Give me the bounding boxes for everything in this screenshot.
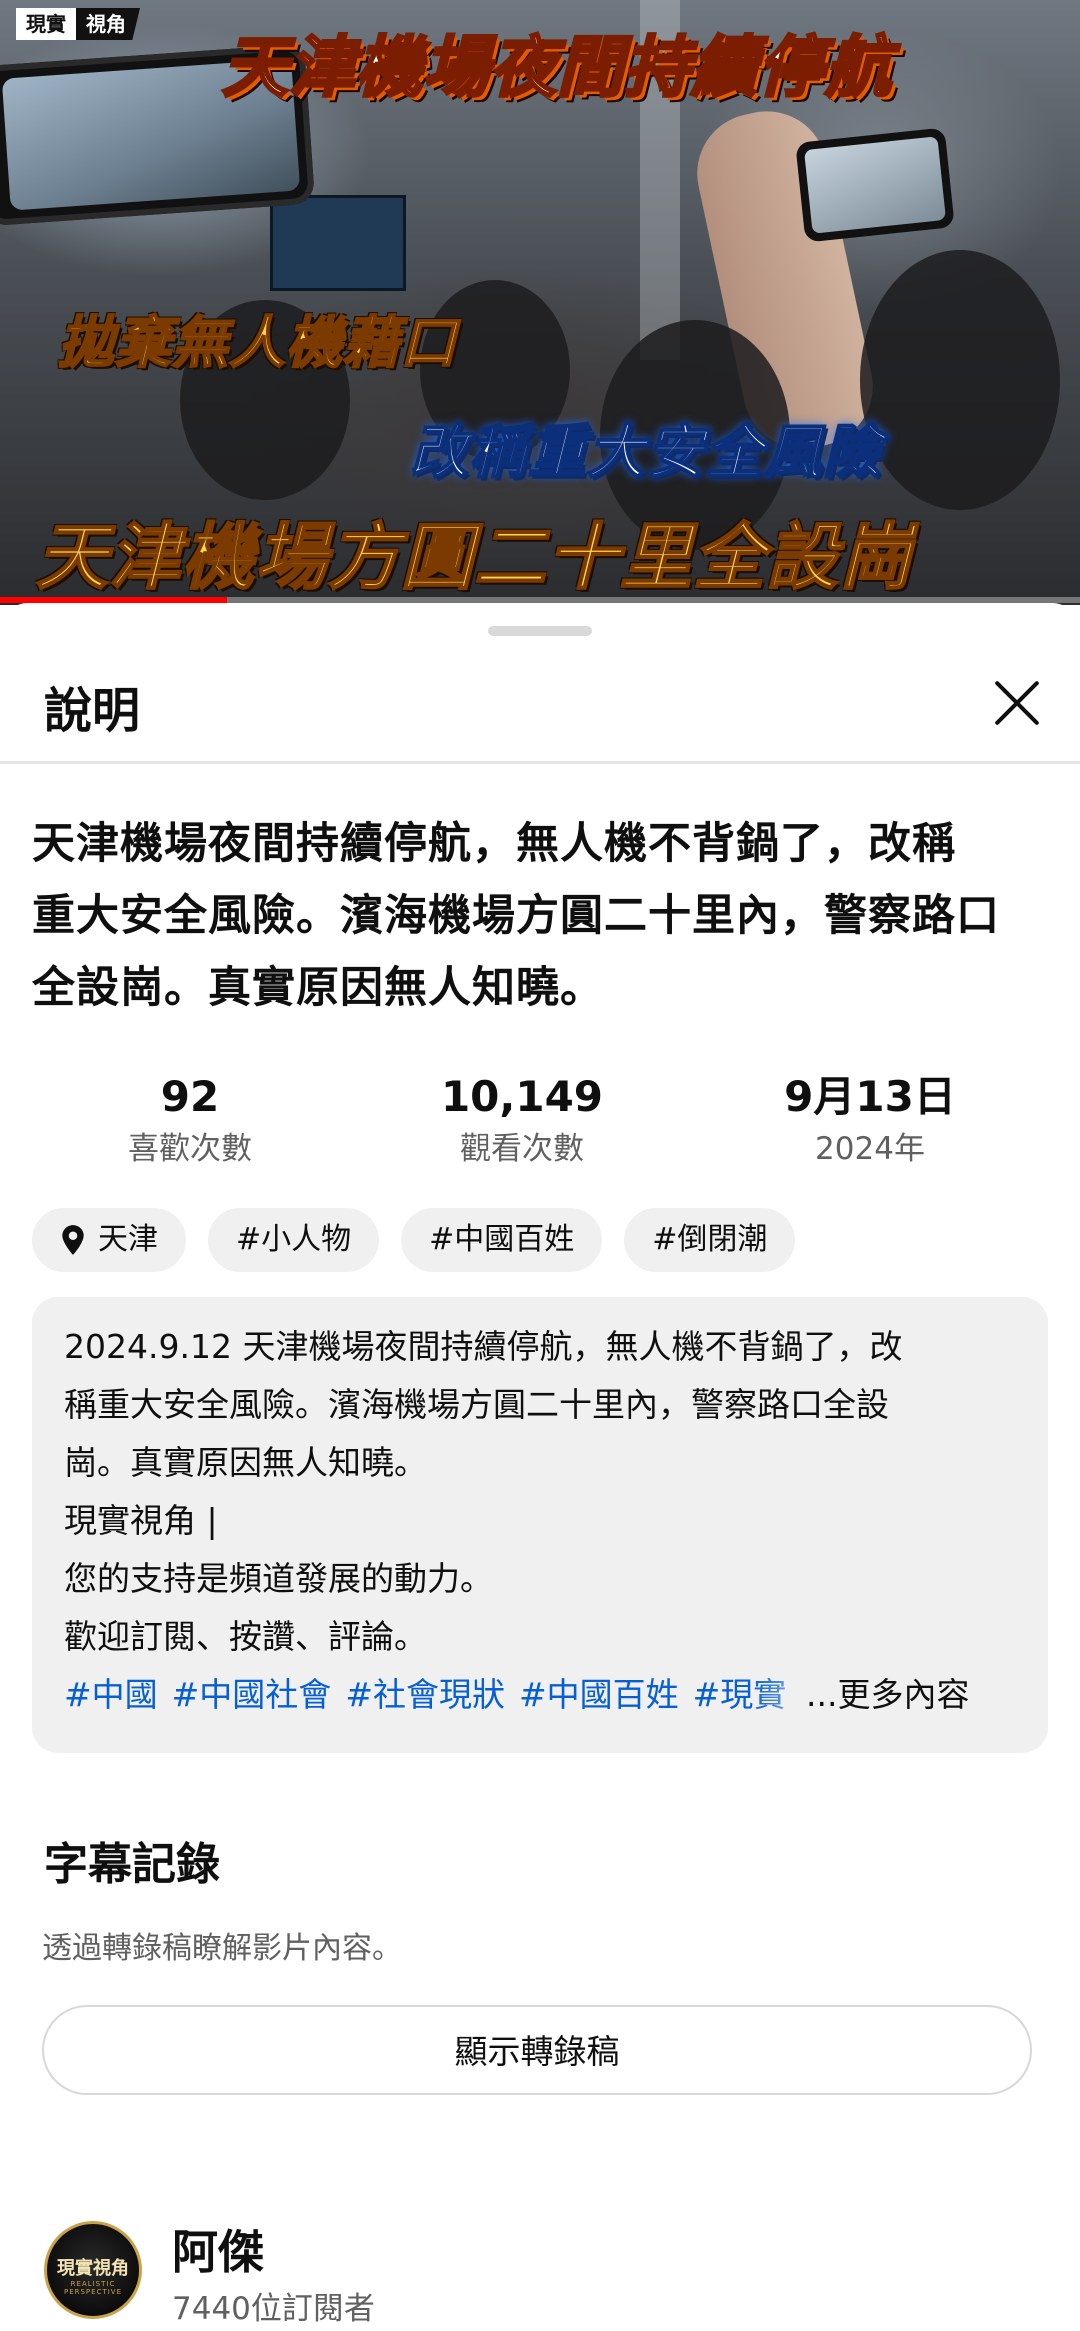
transcript-section-title: 字幕記錄 — [44, 1839, 220, 1890]
subscriber-count: 7440位訂閱者 — [172, 2291, 375, 2327]
chip-tag[interactable]: #中國百姓 — [401, 1208, 603, 1272]
caption-blue: 改稱重大安全風險 — [409, 417, 883, 487]
sheet-drag-handle[interactable] — [488, 626, 592, 636]
description-line: 歡迎訂閱、按讚、評論。 — [64, 1617, 427, 1656]
video-stats: 92 喜歡次數 10,149 觀看次數 9月13日 2024年 — [0, 1068, 1080, 1188]
transcript-section-subtitle: 透過轉錄稿瞭解影片內容。 — [42, 1931, 402, 1966]
hashtag-link[interactable]: #中國百姓 — [519, 1675, 679, 1714]
stat-views: 10,149 觀看次數 — [342, 1068, 702, 1172]
stat-label: 觀看次數 — [460, 1131, 584, 1167]
hashtag-link[interactable]: #中國 — [64, 1675, 158, 1714]
show-transcript-button[interactable]: 顯示轉錄稿 — [42, 2005, 1032, 2095]
sheet-title: 說明 — [44, 683, 141, 739]
stat-label: 2024年 — [815, 1131, 925, 1167]
chip-tag[interactable]: #倒閉潮 — [624, 1208, 796, 1272]
channel-name[interactable]: 阿傑 — [172, 2216, 264, 2282]
description-box[interactable]: 2024.9.12 天津機場夜間持續停航，無人機不背鍋了，改 稱重大安全風險。濱… — [32, 1297, 1048, 1753]
stat-value: 10,149 — [440, 1072, 604, 1121]
video-title-line: 重大安全風險。濱海機場方圓二十里內，警察路口 — [32, 891, 1000, 941]
description-line: 崗。真實原因無人知曉。 — [64, 1443, 427, 1482]
avatar-text: 現實視角 — [57, 2258, 129, 2279]
caption-top: 天津機場夜間持續停航 — [221, 28, 893, 108]
divider — [0, 761, 1080, 764]
watermark-left: 現實 — [16, 8, 76, 40]
video-title-line: 全設崗。真實原因無人知曉。 — [32, 963, 604, 1013]
close-icon[interactable] — [984, 669, 1050, 735]
show-more-button[interactable]: ...更多內容 — [806, 1667, 969, 1723]
background-screen — [270, 195, 406, 291]
video-player[interactable]: 現實 視角 天津機場夜間持續停航 拋棄無人機藉口 改稱重大安全風險 天津機場方圓… — [0, 0, 1080, 605]
map-pin-icon — [62, 1225, 84, 1255]
channel-watermark: 現實 視角 — [16, 8, 140, 40]
stat-likes: 92 喜歡次數 — [10, 1068, 370, 1172]
tag-chips: 天津 #小人物 #中國百姓 #倒閉潮 — [32, 1208, 796, 1272]
description-sheet: 說明 天津機場夜間持續停航，無人機不背鍋了，改稱 重大安全風險。濱海機場方圓二十… — [0, 603, 1080, 2331]
description-line: 您的支持是頻道發展的動力。 — [64, 1559, 493, 1598]
stat-value: 92 — [160, 1072, 220, 1121]
description-line: 稱重大安全風險。濱海機場方圓二十里內，警察路口全設 — [64, 1385, 889, 1424]
caption-left: 拋棄無人機藉口 — [57, 310, 457, 377]
chip-label: 天津 — [98, 1222, 158, 1257]
hashtag-row: #中國 #中國社會 #社會現狀 #中國百姓 #現實 — [64, 1667, 844, 1723]
video-title-line: 天津機場夜間持續停航，無人機不背鍋了，改稱 — [32, 819, 956, 869]
watermark-right: 視角 — [76, 8, 140, 40]
stat-value: 9月13日 — [784, 1072, 956, 1121]
avatar[interactable]: 現實視角 REALISTIC PERSPECTIVE — [44, 2221, 142, 2319]
hashtag-link[interactable]: #中國社會 — [172, 1675, 332, 1714]
stat-label: 喜歡次數 — [128, 1131, 252, 1167]
raised-phone-right — [795, 127, 955, 243]
caption-bottom: 天津機場方圓二十里全設崗 — [35, 514, 913, 600]
chip-tag[interactable]: #小人物 — [208, 1208, 380, 1272]
description-line: 現實視角 | — [64, 1501, 218, 1540]
video-title: 天津機場夜間持續停航，無人機不背鍋了，改稱 重大安全風險。濱海機場方圓二十里內，… — [32, 808, 1052, 1024]
hashtag-link[interactable]: #社會現狀 — [345, 1675, 505, 1714]
avatar-subtext: REALISTIC PERSPECTIVE — [63, 2280, 123, 2296]
description-line: 2024.9.12 天津機場夜間持續停航，無人機不背鍋了，改 — [64, 1327, 903, 1366]
chip-location[interactable]: 天津 — [32, 1208, 186, 1272]
stat-date: 9月13日 2024年 — [690, 1068, 1050, 1172]
